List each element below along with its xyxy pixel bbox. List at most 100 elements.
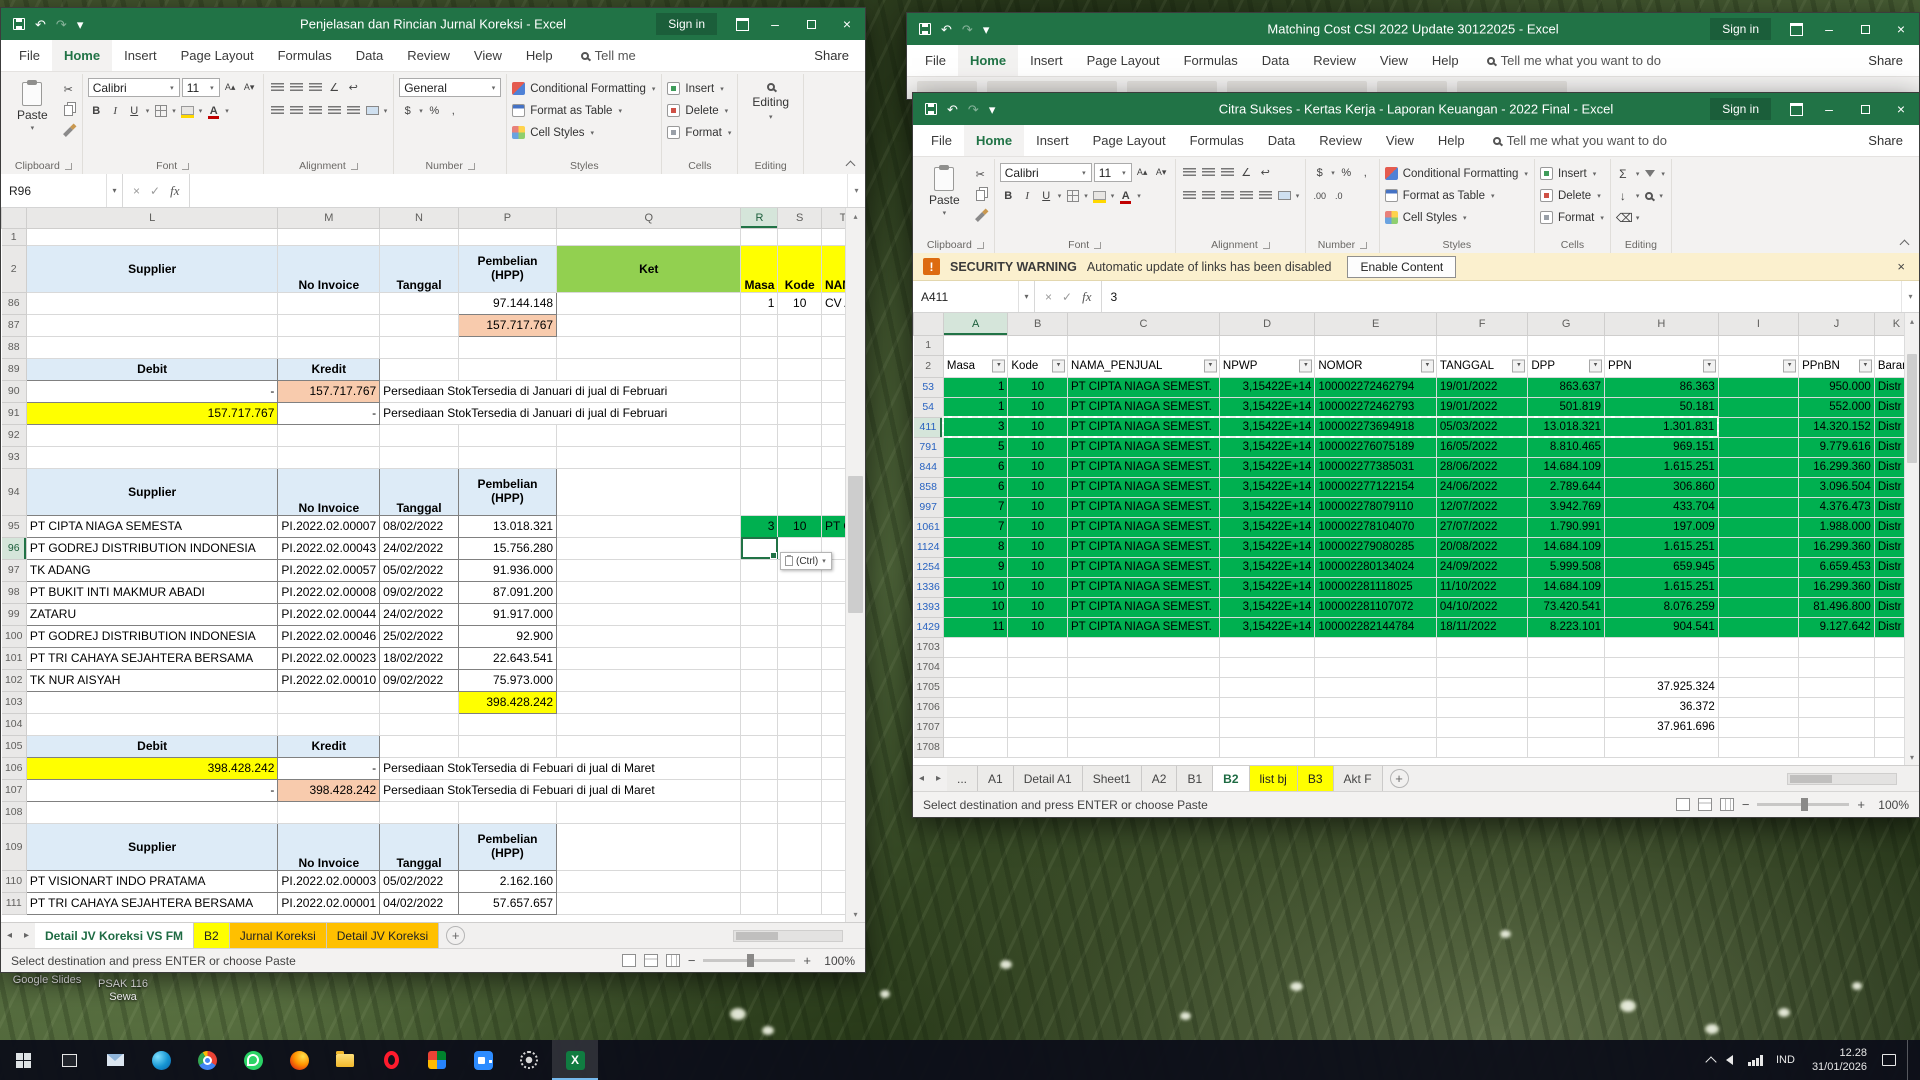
row-header-1704[interactable]: 1704	[914, 657, 944, 677]
cell-J997[interactable]: 4.376.473	[1799, 497, 1875, 517]
cell-S102[interactable]	[778, 669, 821, 691]
cell-R89[interactable]	[741, 358, 778, 380]
cell-B54[interactable]: 10	[1008, 397, 1068, 417]
cell-A997[interactable]: 7	[943, 497, 1008, 517]
column-header-E[interactable]: E	[1315, 313, 1437, 335]
network-icon[interactable]	[1748, 1055, 1763, 1066]
cell-Q92[interactable]	[557, 424, 741, 446]
row-header-1061[interactable]: 1061	[914, 517, 944, 537]
cell-styles-button[interactable]: Cell Styles▾	[512, 122, 656, 143]
align-top-icon[interactable]	[269, 79, 286, 96]
cell-A1705[interactable]	[943, 677, 1008, 697]
cell-J1[interactable]	[1799, 335, 1875, 355]
ribbon-tab-review[interactable]: Review	[1307, 125, 1374, 156]
zoom-slider[interactable]	[1757, 803, 1849, 806]
cell-I1706[interactable]	[1718, 697, 1798, 717]
close-button[interactable]: ×	[829, 8, 865, 40]
cell-C844[interactable]: PT CIPTA NIAGA SEMEST.	[1068, 457, 1220, 477]
cell-D844[interactable]: 3,15422E+14	[1219, 457, 1314, 477]
cell-J791[interactable]: 9.779.616	[1799, 437, 1875, 457]
cell-P110[interactable]: 2.162.160	[458, 870, 556, 892]
orientation-icon[interactable]: ∠	[1238, 164, 1255, 181]
ribbon-tab-review[interactable]: Review	[395, 40, 462, 71]
scroll-down-icon[interactable]: ▾	[1905, 749, 1919, 765]
cell-I1[interactable]	[1718, 335, 1798, 355]
cell-P92[interactable]	[458, 424, 556, 446]
cell-S104[interactable]	[778, 713, 821, 735]
cell-L111[interactable]: PT TRI CAHAYA SEJAHTERA BERSAMA	[26, 892, 277, 914]
cell-R96[interactable]	[741, 537, 778, 559]
cell-M96[interactable]: PI.2022.02.00043	[278, 537, 380, 559]
cell-I1708[interactable]	[1718, 737, 1798, 757]
column-header-A[interactable]: A	[943, 313, 1008, 335]
cell-N98[interactable]: 09/02/2022	[380, 581, 459, 603]
desktop-icon-label-psak[interactable]: PSAK 116Sewa	[88, 978, 158, 1004]
fill-button[interactable]: ↓▾	[1616, 185, 1641, 206]
delete-cells-button[interactable]: Delete▾	[667, 100, 732, 121]
cell-S87[interactable]	[778, 314, 821, 336]
row-header-94[interactable]: 94	[2, 468, 27, 515]
cell-I1704[interactable]	[1718, 657, 1798, 677]
cell-A1708[interactable]	[943, 737, 1008, 757]
editing-button[interactable]: Editing▾	[743, 76, 798, 121]
cell-Q93[interactable]	[557, 446, 741, 468]
cell-N87[interactable]	[380, 314, 459, 336]
cell-J844[interactable]: 16.299.360	[1799, 457, 1875, 477]
cell-R101[interactable]	[741, 647, 778, 669]
cell-L105[interactable]: Debit	[26, 735, 277, 757]
sheet-tab-a2[interactable]: A2	[1142, 766, 1178, 791]
scrollbar-track[interactable]	[1905, 329, 1919, 749]
row-header-105[interactable]: 105	[2, 735, 27, 757]
cell-L96[interactable]: PT GODREJ DISTRIBUTION INDONESIA	[26, 537, 277, 559]
cell-C54[interactable]: PT CIPTA NIAGA SEMEST.	[1068, 397, 1220, 417]
percent-style-icon[interactable]: %	[426, 102, 443, 119]
start-taskbar-icon[interactable]	[0, 1040, 46, 1080]
cell-S93[interactable]	[778, 446, 821, 468]
cell-A411[interactable]: 3	[943, 417, 1008, 437]
cell-D1704[interactable]	[1219, 657, 1314, 677]
cell-J1706[interactable]	[1799, 697, 1875, 717]
cell-M1[interactable]	[278, 228, 380, 245]
cell-L109[interactable]: Supplier	[26, 823, 277, 870]
align-top-icon[interactable]	[1181, 164, 1198, 181]
save-icon[interactable]	[919, 23, 931, 35]
cell-M110[interactable]: PI.2022.02.00003	[278, 870, 380, 892]
zoom-in-icon[interactable]: +	[803, 953, 811, 968]
cell-L104[interactable]	[26, 713, 277, 735]
cell-H1704[interactable]	[1605, 657, 1719, 677]
cell-A1061[interactable]: 7	[943, 517, 1008, 537]
cell-H1[interactable]	[1605, 335, 1719, 355]
cell-G844[interactable]: 14.684.109	[1528, 457, 1605, 477]
cell-R2[interactable]: Masa	[741, 245, 778, 292]
volume-icon[interactable]	[1726, 1055, 1733, 1065]
cell-J1429[interactable]: 9.127.642	[1799, 617, 1875, 637]
cell-E1708[interactable]	[1315, 737, 1437, 757]
cell-E1061[interactable]: 100002278104070	[1315, 517, 1437, 537]
formula-input[interactable]: 3	[1102, 281, 1901, 312]
cell-S86[interactable]: 10	[778, 292, 821, 314]
sheet-tab-detail-jv-koreksi[interactable]: Detail JV Koreksi	[327, 923, 439, 948]
cell-A1704[interactable]	[943, 657, 1008, 677]
select-all-corner[interactable]	[2, 208, 27, 228]
cell-H1124[interactable]: 1.615.251	[1605, 537, 1719, 557]
clock[interactable]: 12.2831/01/2026	[1808, 1046, 1871, 1075]
expand-formula-bar-icon[interactable]: ▾	[1901, 281, 1919, 312]
cell-I1705[interactable]	[1718, 677, 1798, 697]
cell-M100[interactable]: PI.2022.02.00046	[278, 625, 380, 647]
ribbon-tab-insert[interactable]: Insert	[112, 40, 169, 71]
row-header-95[interactable]: 95	[2, 515, 27, 537]
tray-expand-icon[interactable]	[1706, 1056, 1717, 1067]
number-dialog-launcher-icon[interactable]	[1360, 242, 1367, 249]
underline-button[interactable]: U	[126, 102, 143, 119]
cell-N90[interactable]: Persediaan StokTersedia di Januari di ju…	[380, 380, 741, 402]
cell-A858[interactable]: 6	[943, 477, 1008, 497]
cell-S105[interactable]	[778, 735, 821, 757]
cell-D1254[interactable]: 3,15422E+14	[1219, 557, 1314, 577]
sheet-tab-detail-jv-koreksi-vs-fm[interactable]: Detail JV Koreksi VS FM	[35, 923, 194, 948]
cell-C1703[interactable]	[1068, 637, 1220, 657]
cell-G997[interactable]: 3.942.769	[1528, 497, 1605, 517]
cell-Q95[interactable]	[557, 515, 741, 537]
enable-content-button[interactable]: Enable Content	[1347, 256, 1456, 278]
cell-L110[interactable]: PT VISIONART INDO PRATAMA	[26, 870, 277, 892]
cell-L89[interactable]: Debit	[26, 358, 277, 380]
